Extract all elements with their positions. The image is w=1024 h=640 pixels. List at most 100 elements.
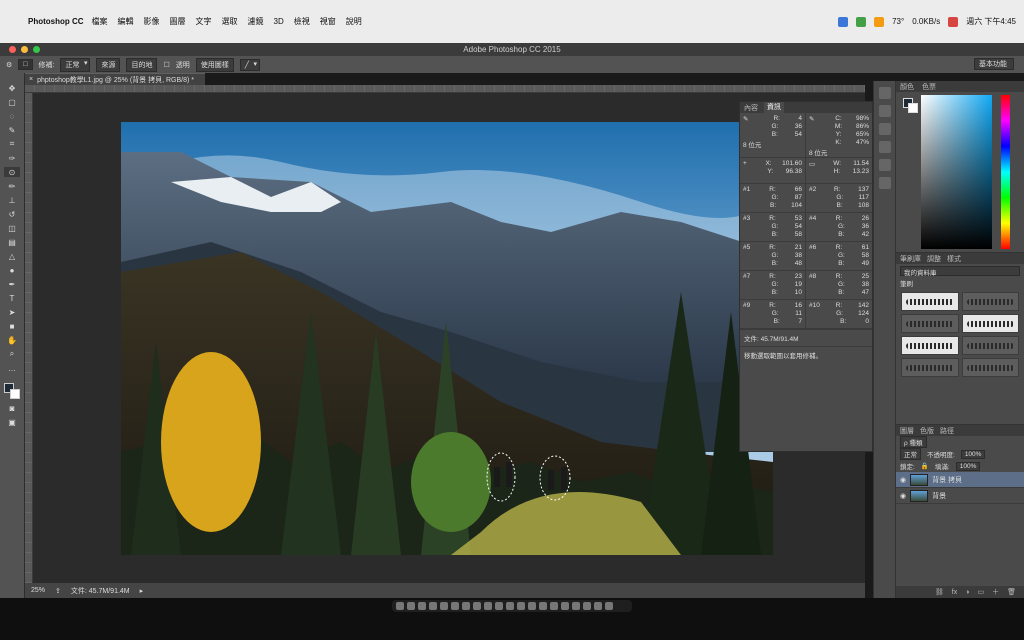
path-select-tool-icon[interactable]: ➤ <box>4 307 20 317</box>
status-icon-app-4[interactable] <box>948 16 959 27</box>
brush-preset[interactable] <box>961 358 1019 377</box>
adjustments-icon[interactable] <box>878 177 891 189</box>
quick-mask-icon[interactable]: ◙ <box>4 403 20 413</box>
brush-preset[interactable] <box>901 292 959 311</box>
gradient-tool-icon[interactable]: ▤ <box>4 237 20 247</box>
quick-select-tool-icon[interactable]: ✎ <box>4 125 20 135</box>
dock-app-icon[interactable] <box>440 602 448 610</box>
minimize-button[interactable] <box>21 46 28 53</box>
blur-tool-icon[interactable]: △ <box>4 251 20 261</box>
shape-tool-icon[interactable]: ■ <box>4 321 20 331</box>
screen-mode-icon[interactable]: ▣ <box>4 417 20 427</box>
status-icon-app-3[interactable] <box>874 16 885 27</box>
tab-layers[interactable]: 圖層 <box>900 426 914 436</box>
dock-app-icon[interactable] <box>594 602 602 610</box>
tab-libraries[interactable]: 筆刷庫 <box>900 254 921 264</box>
dock-app-icon[interactable] <box>484 602 492 610</box>
more-tools-icon[interactable]: … <box>4 363 20 373</box>
patch-tool-icon[interactable]: ⊙ <box>4 167 20 177</box>
link-layers-icon[interactable]: ⛓ <box>935 588 944 596</box>
history-brush-tool-icon[interactable]: ↺ <box>4 209 20 219</box>
clock[interactable]: 週六 下午4:45 <box>966 16 1016 27</box>
dock-app-icon[interactable] <box>561 602 569 610</box>
menu-layer[interactable]: 圖層 <box>170 16 186 27</box>
menu-edit[interactable]: 編輯 <box>118 16 134 27</box>
zoom-tool-icon[interactable]: ⌕ <box>4 349 20 359</box>
mask-icon[interactable]: ◑ <box>965 589 969 596</box>
brush-preset[interactable] <box>901 358 959 377</box>
dock-app-icon[interactable] <box>495 602 503 610</box>
new-selection-button[interactable]: □ <box>18 59 33 70</box>
document-tab[interactable]: × phptoshop教學L1.jpg @ 25% (背景 拷貝, RGB/8)… <box>25 73 205 85</box>
document-size[interactable]: 文件: 45.7M/91.4M <box>71 586 130 596</box>
layer-row[interactable]: ◉ 背景 拷貝 <box>896 472 1024 488</box>
stamp-tool-icon[interactable]: ⊥ <box>4 195 20 205</box>
dock-app-icon[interactable] <box>539 602 547 610</box>
chevron-right-icon[interactable]: ▸ <box>140 587 144 595</box>
share-icon[interactable]: ⇪ <box>55 587 61 595</box>
color-swatches[interactable] <box>4 383 20 399</box>
menu-file[interactable]: 檔案 <box>92 16 108 27</box>
delete-layer-icon[interactable]: 🗑 <box>1007 588 1016 596</box>
brush-preset[interactable] <box>901 314 959 333</box>
menu-filter[interactable]: 濾鏡 <box>248 16 264 27</box>
brush-preset[interactable] <box>961 314 1019 333</box>
visibility-eye-icon[interactable]: ◉ <box>900 492 906 500</box>
tab-channels[interactable]: 色版 <box>920 426 934 436</box>
dock-app-icon[interactable] <box>396 602 404 610</box>
status-icon-app-2[interactable] <box>856 16 867 27</box>
brush-preset[interactable] <box>961 336 1019 355</box>
use-pattern-button[interactable]: 使用圖樣 <box>195 57 234 72</box>
info-panel-icon[interactable] <box>878 123 891 135</box>
hand-tool-icon[interactable]: ✋ <box>4 335 20 345</box>
dock-app-icon[interactable] <box>407 602 415 610</box>
move-tool-icon[interactable]: ✥ <box>4 83 20 93</box>
dock-app-icon[interactable] <box>473 602 481 610</box>
transparent-checkbox[interactable]: ☐ <box>163 61 169 69</box>
dock-app-icon[interactable] <box>451 602 459 610</box>
dock-app-icon[interactable] <box>550 602 558 610</box>
dock-app-icon[interactable] <box>429 602 437 610</box>
color-panel-background[interactable] <box>908 103 918 113</box>
clone-source-icon[interactable] <box>878 159 891 171</box>
tab-paths[interactable]: 路徑 <box>940 426 954 436</box>
marquee-tool-icon[interactable]: ▢ <box>4 97 20 107</box>
menu-window[interactable]: 視窗 <box>320 16 336 27</box>
library-select[interactable]: 我的資料庫 <box>900 266 1020 277</box>
status-icon-app[interactable] <box>838 16 849 27</box>
destination-button[interactable]: 目的地 <box>126 57 158 72</box>
close-icon[interactable]: × <box>29 76 33 83</box>
tab-info[interactable]: 資訊 <box>764 102 784 113</box>
brush-tool-icon[interactable]: ✏ <box>4 181 20 191</box>
source-button[interactable]: 來源 <box>96 57 121 72</box>
dock-app-icon[interactable] <box>583 602 591 610</box>
dodge-tool-icon[interactable]: ● <box>4 265 20 275</box>
dock-app-icon[interactable] <box>418 602 426 610</box>
menu-image[interactable]: 影像 <box>144 16 160 27</box>
lock-icon[interactable]: 🔒 <box>921 462 929 470</box>
workspace-select[interactable]: 基本功能 <box>974 58 1014 70</box>
menu-view[interactable]: 檢視 <box>294 16 310 27</box>
dock-app-icon[interactable] <box>462 602 470 610</box>
brush-preset[interactable] <box>901 336 959 355</box>
brush-preset[interactable] <box>961 292 1019 311</box>
color-field[interactable] <box>921 95 992 249</box>
menu-3d[interactable]: 3D <box>274 17 284 26</box>
brush-panel-icon[interactable] <box>878 141 891 153</box>
pattern-picker[interactable]: ╱ <box>239 58 260 71</box>
eraser-tool-icon[interactable]: ◫ <box>4 223 20 233</box>
tab-swatches[interactable]: 色票 <box>922 82 936 92</box>
background-color[interactable] <box>10 389 20 399</box>
app-name[interactable]: Photoshop CC <box>28 17 84 26</box>
menu-type[interactable]: 文字 <box>196 16 212 27</box>
fx-icon[interactable]: fx <box>952 589 957 596</box>
eyedropper-tool-icon[interactable]: ✑ <box>4 153 20 163</box>
history-panel-icon[interactable] <box>878 87 891 99</box>
layer-filter-select[interactable]: ρ 種類 <box>900 436 927 448</box>
lasso-tool-icon[interactable]: ◌ <box>4 111 20 121</box>
type-tool-icon[interactable]: T <box>4 293 20 303</box>
pen-tool-icon[interactable]: ✒ <box>4 279 20 289</box>
layer-row[interactable]: ◉ 背景 <box>896 488 1024 504</box>
tab-adjustments[interactable]: 調整 <box>927 254 941 264</box>
crop-tool-icon[interactable]: ⌗ <box>4 139 20 149</box>
